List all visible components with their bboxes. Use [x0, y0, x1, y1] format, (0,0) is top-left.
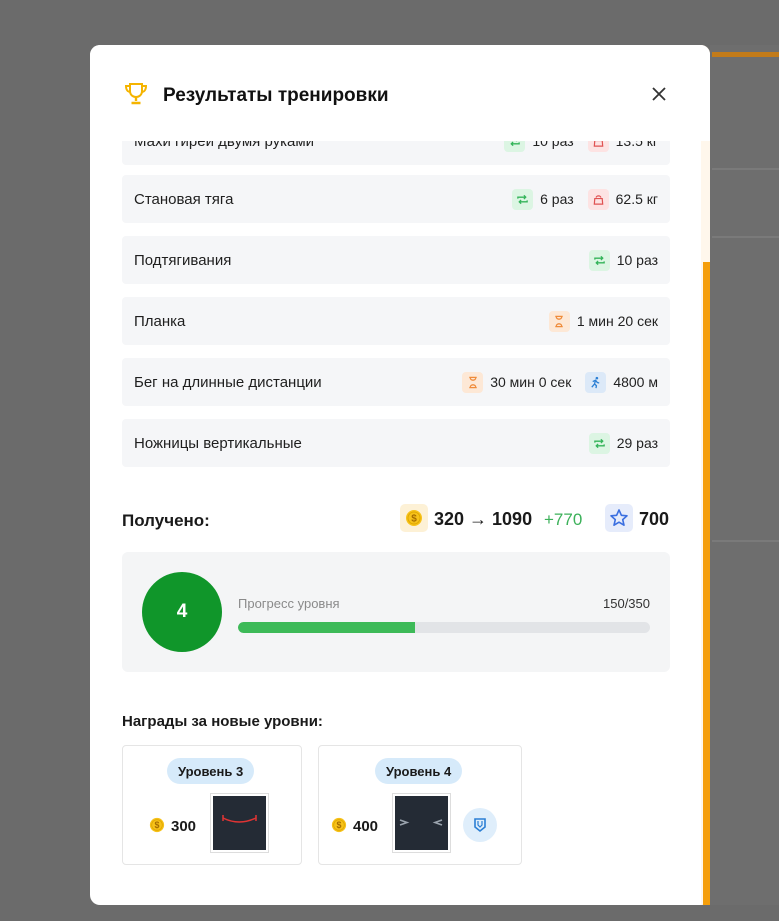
weight-stat: 62.5 кг	[587, 188, 658, 210]
level-pill: Уровень 3	[167, 758, 255, 784]
coin-icon: $	[400, 504, 428, 532]
exercise-name: Становая тяга	[134, 190, 234, 208]
results-modal: Махи гирей двумя руками 10 раз 13.5 кг С…	[90, 45, 710, 905]
background-page	[710, 45, 779, 905]
progress-bar-fill	[238, 622, 415, 633]
distance-value: 4800 м	[613, 374, 658, 390]
background-accent-line	[712, 52, 779, 57]
rewards-title: Награды за новые уровни:	[122, 713, 323, 730]
progress-bar	[238, 622, 650, 633]
exercise-name: Бег на длинные дистанции	[134, 373, 322, 391]
reward-item-thumbnail[interactable]	[210, 793, 269, 853]
time-value: 1 мин 20 сек	[576, 313, 658, 329]
svg-text:$: $	[411, 514, 417, 525]
exercise-row: Планка 1 мин 20 сек	[122, 297, 670, 345]
exercise-row: Бег на длинные дистанции 30 мин 0 сек 48…	[122, 358, 670, 406]
exercise-row: Подтягивания 10 раз	[122, 236, 670, 284]
progress-label: Прогресс уровня	[238, 596, 340, 611]
exercise-name: Подтягивания	[134, 251, 232, 269]
runner-icon	[585, 371, 607, 393]
reward-item-thumbnail[interactable]	[392, 793, 451, 853]
reward-card: Уровень 3 $ 300	[122, 745, 302, 865]
level-pill: Уровень 4	[375, 758, 463, 784]
coin-icon: $	[331, 817, 347, 833]
background-divider	[712, 168, 779, 170]
exercise-row: Ножницы вертикальные 29 раз	[122, 419, 670, 467]
repeat-icon	[588, 249, 610, 271]
reps-stat: 10 раз	[588, 249, 658, 271]
background-divider	[712, 236, 779, 238]
hourglass-icon	[462, 371, 484, 393]
reps-stat: 6 раз	[512, 188, 574, 210]
xp-value: 700	[639, 509, 670, 529]
star-icon	[605, 504, 633, 532]
reps-value: 10 раз	[616, 252, 658, 268]
scrollbar-thumb[interactable]	[703, 262, 710, 905]
close-icon[interactable]	[648, 83, 670, 105]
svg-text:$: $	[337, 820, 342, 830]
repeat-icon	[588, 432, 610, 454]
reward-coins: 300	[171, 818, 197, 835]
time-stat: 1 мин 20 сек	[548, 310, 658, 332]
exercise-name: Планка	[134, 312, 186, 330]
modal-title: Результаты тренировки	[163, 85, 389, 106]
distance-stat: 4800 м	[585, 371, 658, 393]
headband-item-icon	[213, 796, 266, 850]
repeat-icon	[512, 188, 534, 210]
progress-count: 150/350	[603, 596, 650, 611]
reps-value: 29 раз	[616, 435, 658, 451]
time-stat: 30 мин 0 сек	[462, 371, 572, 393]
reward-card: Уровень 4 $ 400	[318, 745, 522, 865]
exercise-row: Становая тяга 6 раз 62.5 кг	[122, 175, 670, 223]
background-divider	[712, 540, 779, 542]
coins-change: 320 → 1090	[434, 509, 533, 529]
level-badge: 4	[142, 572, 222, 652]
svg-text:$: $	[155, 820, 160, 830]
received-label: Получено:	[122, 511, 210, 530]
hourglass-icon	[548, 310, 570, 332]
eyes-item-icon	[395, 796, 448, 850]
reps-value: 6 раз	[540, 191, 574, 207]
trophy-icon	[123, 81, 149, 107]
time-value: 30 мин 0 сек	[490, 374, 572, 390]
badge-icon	[463, 808, 497, 842]
exercise-name: Ножницы вертикальные	[134, 434, 302, 452]
reward-coins: 400	[353, 818, 379, 835]
kettlebell-icon	[587, 188, 609, 210]
weight-value: 62.5 кг	[615, 191, 658, 207]
modal-header: Результаты тренировки	[90, 45, 710, 141]
reps-stat: 29 раз	[588, 432, 658, 454]
coin-icon: $	[149, 817, 165, 833]
level-progress-card: 4 Прогресс уровня 150/350	[122, 552, 670, 672]
coins-delta: +770	[544, 510, 583, 529]
